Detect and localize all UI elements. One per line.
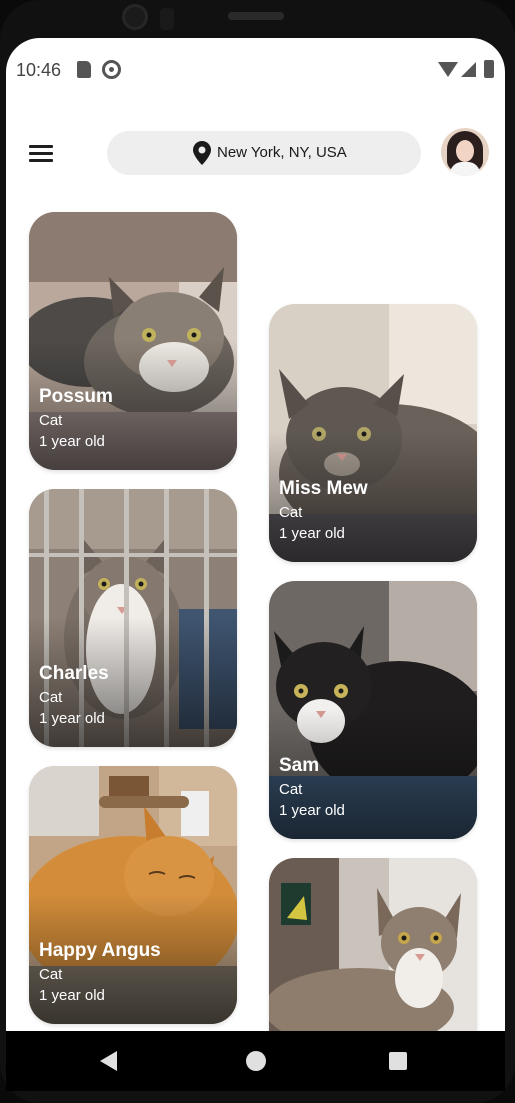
pet-card-6[interactable] <box>269 858 477 1031</box>
navigation-bar <box>6 1031 505 1091</box>
location-selector[interactable]: New York, NY, USA <box>107 131 421 175</box>
pet-name: Happy Angus <box>39 940 161 961</box>
menu-icon[interactable] <box>29 143 53 163</box>
status-bar: 10:46 <box>6 38 505 104</box>
pet-name: Charles <box>39 663 109 684</box>
recent-apps-icon[interactable] <box>389 1052 407 1070</box>
pet-name: Sam <box>279 755 320 776</box>
pet-age: 1 year old <box>279 525 345 542</box>
back-icon[interactable] <box>100 1051 117 1071</box>
signal-icon <box>461 62 476 77</box>
location-label: New York, NY, USA <box>217 144 347 161</box>
profile-avatar[interactable] <box>441 128 489 176</box>
pet-species: Cat <box>39 412 63 429</box>
pet-age: 1 year old <box>39 433 105 450</box>
pet-species: Cat <box>39 689 63 706</box>
pet-name: Possum <box>39 386 113 407</box>
app-screen: 10:46 New York, NY, USA Possum Cat 1 yea… <box>6 38 505 1031</box>
pet-photo <box>269 858 477 1031</box>
pet-name: Miss Mew <box>279 478 368 499</box>
pet-species: Cat <box>39 966 63 983</box>
camera-icon <box>122 4 148 30</box>
pet-species: Cat <box>279 781 303 798</box>
sync-icon <box>102 60 121 79</box>
sd-card-icon <box>77 61 91 78</box>
wifi-icon <box>438 62 458 77</box>
pet-age: 1 year old <box>39 987 105 1004</box>
pet-card-happy-angus[interactable]: Happy Angus Cat 1 year old <box>29 766 237 1024</box>
location-pin-icon <box>193 141 211 165</box>
speaker-grille <box>228 12 284 20</box>
battery-icon <box>484 60 494 78</box>
status-time: 10:46 <box>16 60 62 80</box>
pet-card-possum[interactable]: Possum Cat 1 year old <box>29 212 237 470</box>
pet-card-miss-mew[interactable]: Miss Mew Cat 1 year old <box>269 304 477 562</box>
pet-card-charles[interactable]: Charles Cat 1 year old <box>29 489 237 747</box>
sensor-icon <box>160 8 174 30</box>
pet-age: 1 year old <box>279 802 345 819</box>
pet-card-sam[interactable]: Sam Cat 1 year old <box>269 581 477 839</box>
pet-species: Cat <box>279 504 303 521</box>
pet-age: 1 year old <box>39 710 105 727</box>
home-icon[interactable] <box>246 1051 266 1071</box>
